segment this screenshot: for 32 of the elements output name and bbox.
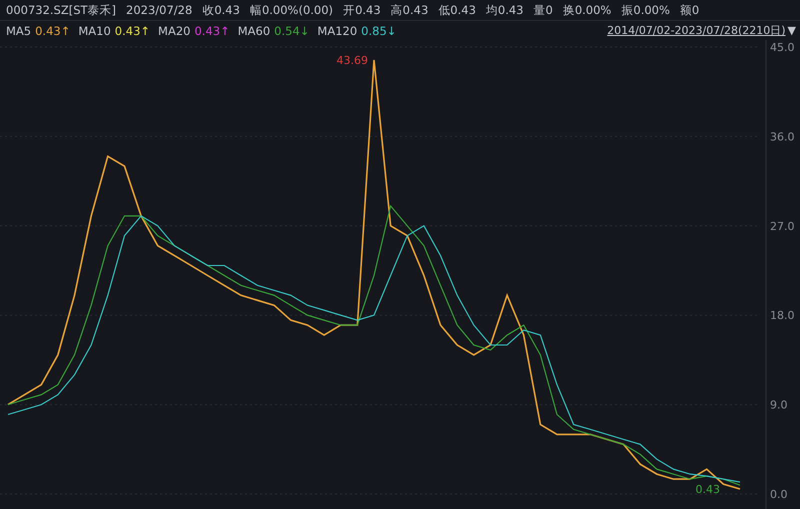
ma-value: 0.85↓ [361, 24, 396, 38]
quote-field: 高0.43 [390, 2, 428, 18]
range-dropdown-toggle[interactable]: ▼ [788, 24, 796, 37]
quote-field: 低0.43 [438, 2, 476, 18]
ma-label: MA20 [158, 24, 190, 38]
axis-tick-label: 36.0 [770, 130, 794, 144]
quote-field: 额0 [680, 2, 700, 18]
axis-tick-label: 0.0 [770, 488, 788, 501]
axis-tick-label: 45.0 [770, 41, 794, 54]
ma-label: MA120 [317, 24, 358, 38]
ma-value: 0.43↑ [35, 24, 70, 38]
ma-value: 0.43↑ [114, 24, 150, 38]
stock-symbol: 000732.SZ[ST泰禾] [6, 2, 116, 18]
quote-field: 振0.00% [621, 2, 670, 18]
price-marker: 43.69 [336, 54, 368, 68]
axis-tick-label: 9.0 [770, 398, 788, 412]
ma-value: 0.54↓ [274, 24, 310, 38]
ma-value: 0.43↑ [194, 24, 230, 38]
ma-label: MA10 [78, 24, 111, 38]
axis-tick-label: 18.0 [770, 309, 794, 322]
quote-field: 量0 [534, 2, 553, 18]
axis-tick-label: 27.0 [770, 220, 794, 233]
ma-label: MA5 [6, 24, 32, 38]
quote-field: 开0.43 [343, 2, 381, 18]
quote-field: 均0.43 [486, 2, 524, 18]
quote-field: 幅0.00%(0.00) [250, 2, 334, 18]
quote-date: 2023/07/28 [126, 3, 192, 17]
date-range-link[interactable]: 2014/07/02-2023/07/28(2210日) [607, 23, 786, 38]
quote-field: 换0.00% [562, 2, 612, 18]
price-marker: 0.43 [696, 483, 720, 496]
quote-field: 收0.43 [202, 2, 240, 18]
ma-label: MA60 [238, 24, 270, 38]
